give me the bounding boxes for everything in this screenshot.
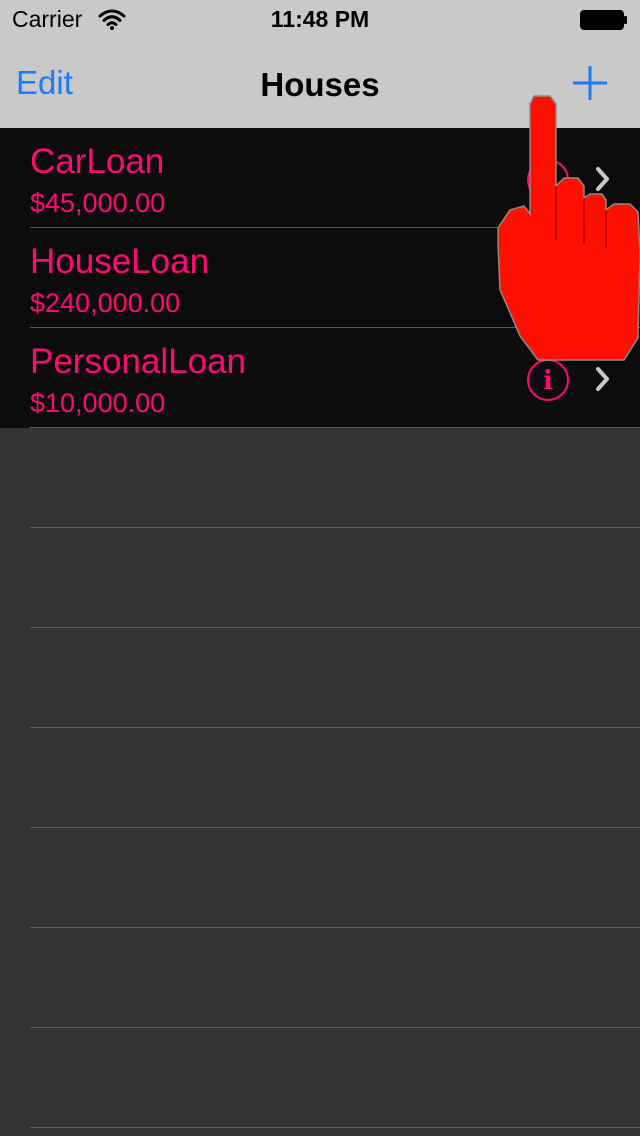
status-bar: Carrier 11:48 PM [0, 0, 640, 40]
empty-row [0, 528, 640, 628]
empty-row [0, 428, 640, 528]
loan-row[interactable]: CarLoan $45,000.00 i [0, 128, 640, 228]
navigation-bar: Carrier 11:48 PM Edit Houses [0, 0, 640, 128]
info-icon[interactable]: i [526, 258, 570, 302]
clock: 11:48 PM [270, 6, 370, 32]
empty-row [0, 1028, 640, 1128]
loan-name: PersonalLoan [30, 342, 246, 381]
svg-text:i: i [543, 266, 553, 296]
empty-row [0, 728, 640, 828]
loans-table: CarLoan $45,000.00 i HouseLoan $240,000.… [0, 128, 640, 1128]
page-title: Houses [260, 66, 380, 103]
empty-row [0, 828, 640, 928]
chevron-right-icon [596, 267, 609, 291]
info-icon[interactable]: i [526, 358, 570, 402]
loan-row[interactable]: PersonalLoan $10,000.00 i [0, 328, 640, 428]
plus-icon[interactable] [566, 60, 614, 108]
loan-name: CarLoan [30, 142, 165, 181]
loan-row[interactable]: HouseLoan $240,000.00 i [0, 228, 640, 328]
chevron-right-icon [596, 367, 609, 391]
empty-row [0, 628, 640, 728]
loan-amount: $45,000.00 [30, 188, 166, 218]
svg-text:i: i [543, 166, 553, 196]
empty-row [0, 928, 640, 1028]
screen: Carrier 11:48 PM Edit Houses CarLoan $45… [0, 0, 640, 1136]
info-icon[interactable]: i [526, 158, 570, 202]
row-separator [30, 1127, 640, 1128]
svg-text:i: i [543, 366, 553, 396]
chevron-right-icon [596, 167, 609, 191]
loan-amount: $10,000.00 [30, 388, 166, 418]
loan-amount: $240,000.00 [30, 288, 181, 318]
battery-icon [580, 10, 627, 30]
loan-name: HouseLoan [30, 242, 210, 281]
